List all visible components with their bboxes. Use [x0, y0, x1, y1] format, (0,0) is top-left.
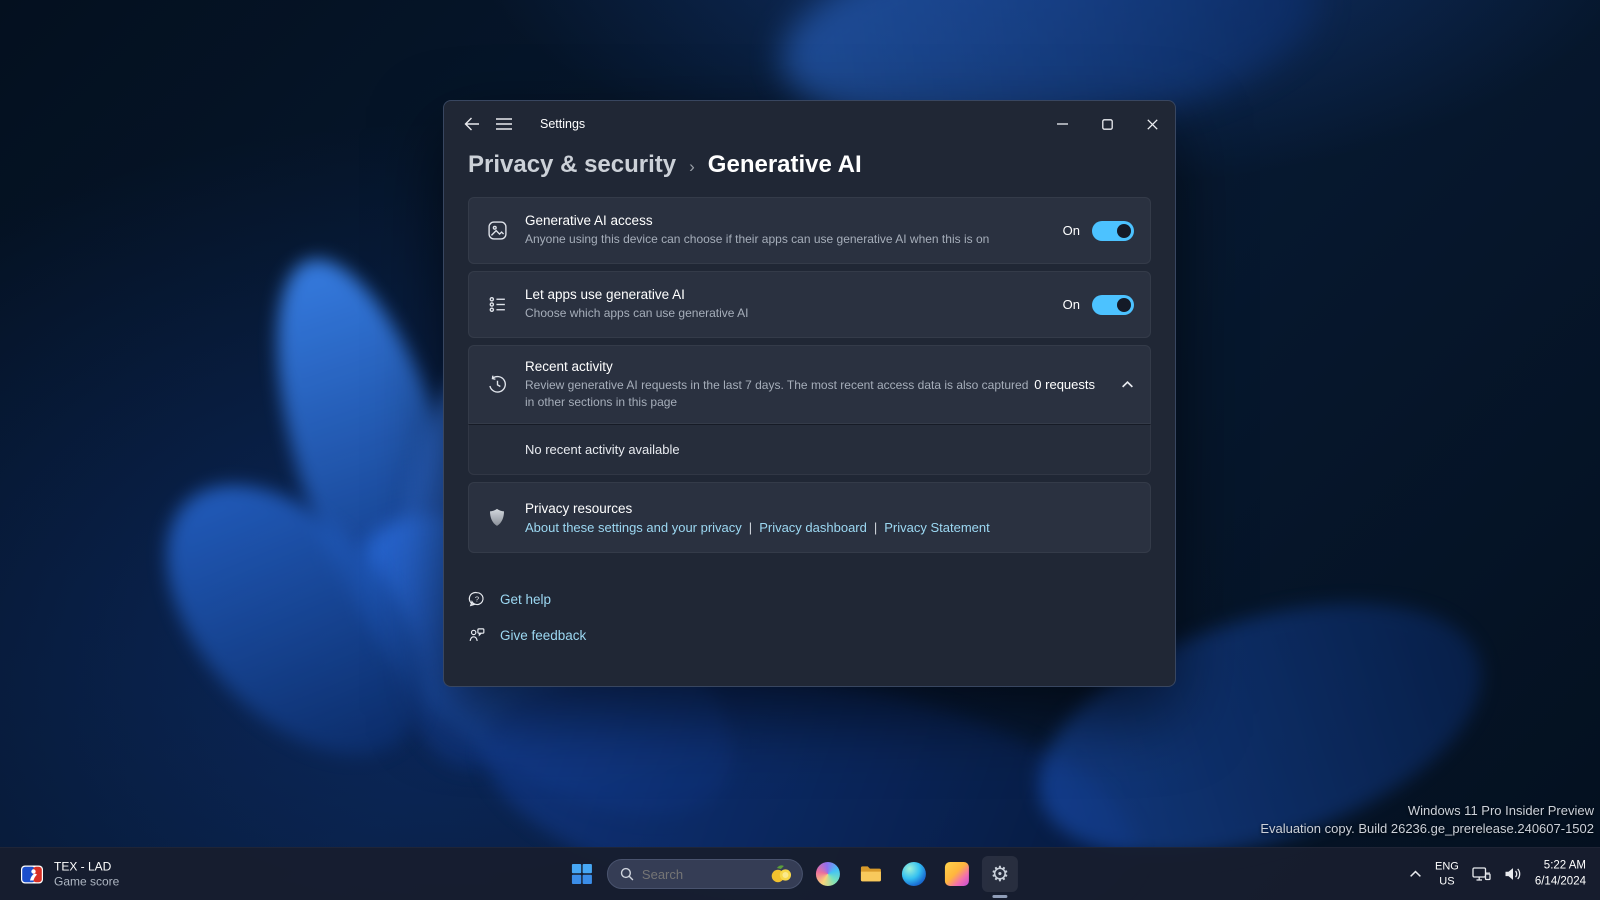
maximize-icon	[1102, 118, 1113, 130]
widgets-button[interactable]: TEX - LAD Game score	[12, 856, 127, 893]
minimize-button[interactable]	[1040, 101, 1085, 147]
breadcrumb: Privacy & security › Generative AI	[444, 147, 1175, 195]
file-explorer-icon	[860, 866, 881, 882]
setting-description: Review generative AI requests in the las…	[525, 377, 1029, 409]
give-feedback-link[interactable]: Give feedback	[500, 628, 586, 643]
copilot-icon	[815, 862, 840, 886]
watermark-line1: Windows 11 Pro Insider Preview	[1407, 802, 1594, 818]
mlb-logo-icon	[21, 865, 43, 883]
watermark-line2: Evaluation copy. Build 26236.ge_prerelea…	[1260, 820, 1594, 836]
language-code: ENG	[1434, 860, 1459, 873]
widget-subtitle: Game score	[54, 874, 120, 889]
maximize-button[interactable]	[1085, 101, 1130, 147]
settings-app-button[interactable]: ⚙	[981, 856, 1018, 898]
chevron-up-icon[interactable]	[1121, 380, 1134, 389]
window-controls	[1040, 101, 1175, 147]
card-recent-activity[interactable]: Recent activity Review generative AI req…	[468, 345, 1151, 424]
setting-title: Privacy resources	[525, 500, 633, 516]
widget-headline: TEX - LAD	[54, 859, 112, 874]
network-icon[interactable]	[1472, 866, 1491, 882]
requests-count: 0 requests	[1034, 377, 1095, 392]
search-highlight-lemons-icon	[771, 865, 792, 883]
hamburger-icon	[496, 118, 512, 130]
back-arrow-icon	[464, 117, 479, 131]
empty-state-text: No recent activity available	[525, 442, 680, 457]
page-title: Generative AI	[707, 151, 862, 178]
image-sparkle-icon	[483, 220, 511, 241]
setting-title: Generative AI access	[525, 213, 653, 229]
insider-watermark: Windows 11 Pro Insider Preview Evaluatio…	[1260, 802, 1594, 838]
close-icon	[1147, 118, 1158, 130]
taskbar: TEX - LAD Game score ⚙	[0, 847, 1600, 900]
tray-chevron-up-icon[interactable]	[1409, 870, 1422, 879]
clock[interactable]: 5:22 AM 6/14/2024	[1535, 858, 1586, 889]
link-about-settings-privacy[interactable]: About these settings and your privacy	[525, 520, 742, 535]
setting-title: Let apps use generative AI	[525, 287, 685, 303]
privacy-links: About these settings and your privacy | Pr…	[525, 520, 1134, 535]
help-chat-icon: ?	[468, 591, 484, 607]
breadcrumb-parent[interactable]: Privacy & security	[468, 151, 676, 179]
windows-logo-icon	[571, 864, 592, 884]
feedback-person-icon	[469, 628, 485, 642]
close-button[interactable]	[1130, 101, 1175, 147]
link-separator: |	[748, 519, 753, 535]
get-help-row[interactable]: ? Get help	[468, 590, 1151, 608]
toggle-state-label: On	[1062, 297, 1080, 312]
setting-title: Recent activity	[525, 358, 613, 374]
card-let-apps-use-generative-ai: Let apps use generative AI Choose which …	[468, 271, 1151, 338]
link-privacy-dashboard[interactable]: Privacy dashboard	[759, 520, 867, 535]
back-button[interactable]	[456, 109, 488, 139]
file-explorer-button[interactable]	[853, 856, 889, 892]
svg-text:?: ?	[475, 594, 479, 603]
get-help-link[interactable]: Get help	[500, 592, 551, 607]
link-privacy-statement[interactable]: Privacy Statement	[884, 520, 990, 535]
edge-icon	[901, 862, 926, 886]
date-value: 6/14/2024	[1534, 875, 1586, 887]
settings-window: Settings Privacy & security › Generative…	[443, 100, 1176, 687]
settings-gear-icon: ⚙	[990, 861, 1010, 886]
settings-card-list: Generative AI access Anyone using this d…	[444, 195, 1175, 553]
shield-icon	[483, 507, 511, 528]
toggle-state-label: On	[1062, 223, 1080, 238]
taskbar-search-box[interactable]	[606, 859, 803, 889]
recent-activity-empty-row: No recent activity available	[468, 424, 1151, 475]
history-icon	[483, 374, 511, 395]
photos-app-button[interactable]	[939, 856, 975, 892]
active-app-indicator	[992, 895, 1008, 898]
region-code: US	[1439, 875, 1455, 887]
edge-button[interactable]	[896, 856, 932, 892]
recent-activity-group: Recent activity Review generative AI req…	[468, 345, 1151, 475]
language-indicator[interactable]: ENG US	[1435, 860, 1459, 889]
search-icon	[620, 867, 634, 881]
let-apps-toggle[interactable]	[1092, 294, 1134, 315]
photos-app-icon	[944, 862, 969, 886]
system-tray: ENG US 5:22 AM 6/14/2024	[1409, 858, 1586, 889]
start-button[interactable]	[564, 856, 600, 892]
help-footer: ? Get help Give feedback	[444, 560, 1175, 644]
navigation-menu-button[interactable]	[488, 109, 520, 139]
card-privacy-resources: Privacy resources About these settings a…	[468, 482, 1151, 553]
setting-description: Choose which apps can use generative AI	[525, 306, 749, 321]
window-title: Settings	[540, 117, 586, 131]
copilot-button[interactable]	[810, 856, 846, 892]
card-generative-ai-access: Generative AI access Anyone using this d…	[468, 197, 1151, 264]
link-separator: |	[873, 519, 878, 535]
speaker-icon[interactable]	[1504, 867, 1522, 882]
app-list-icon	[483, 294, 511, 315]
generative-ai-access-toggle[interactable]	[1092, 220, 1134, 241]
minimize-icon	[1057, 123, 1068, 125]
taskbar-center-icons: ⚙	[564, 856, 1018, 898]
time-value: 5:22 AM	[1543, 859, 1586, 872]
search-input[interactable]	[641, 866, 760, 882]
breadcrumb-separator: ›	[689, 156, 695, 176]
setting-description: Anyone using this device can choose if t…	[525, 232, 990, 247]
give-feedback-row[interactable]: Give feedback	[468, 626, 1151, 644]
titlebar: Settings	[444, 101, 1175, 147]
